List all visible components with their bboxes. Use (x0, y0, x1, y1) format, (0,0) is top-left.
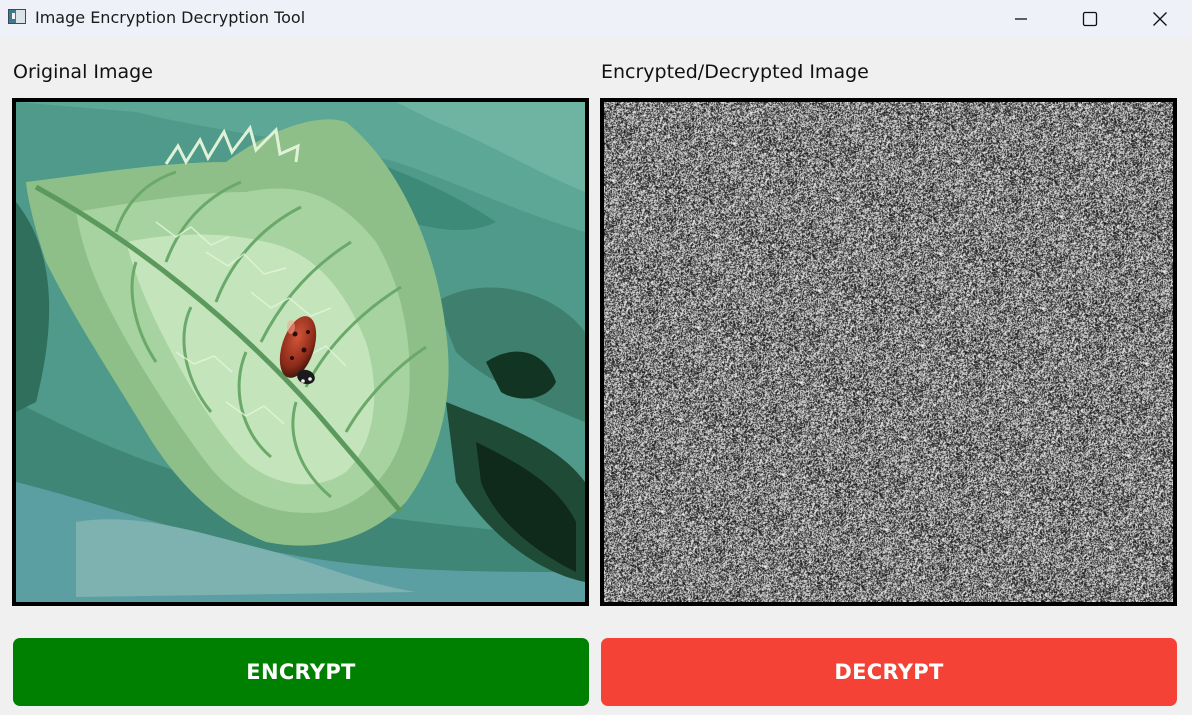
encrypt-button[interactable]: ENCRYPT (13, 638, 589, 706)
close-button[interactable] (1137, 0, 1183, 38)
minimize-button[interactable] (998, 0, 1044, 38)
app-window: Image Encryption Decryption Tool Origina… (0, 0, 1192, 715)
result-image (604, 102, 1173, 602)
maximize-button[interactable] (1067, 0, 1113, 38)
maximize-icon (1082, 11, 1098, 27)
original-image (16, 102, 585, 602)
app-window-icon (8, 9, 26, 24)
decrypt-button[interactable]: DECRYPT (601, 638, 1177, 706)
result-image-label: Encrypted/Decrypted Image (601, 61, 869, 83)
original-image-frame (12, 98, 589, 606)
window-title: Image Encryption Decryption Tool (35, 8, 306, 27)
minimize-icon (1014, 12, 1028, 26)
close-icon (1152, 11, 1168, 27)
title-bar[interactable]: Image Encryption Decryption Tool (0, 0, 1192, 38)
result-image-frame (600, 98, 1177, 606)
original-image-label: Original Image (13, 61, 153, 83)
